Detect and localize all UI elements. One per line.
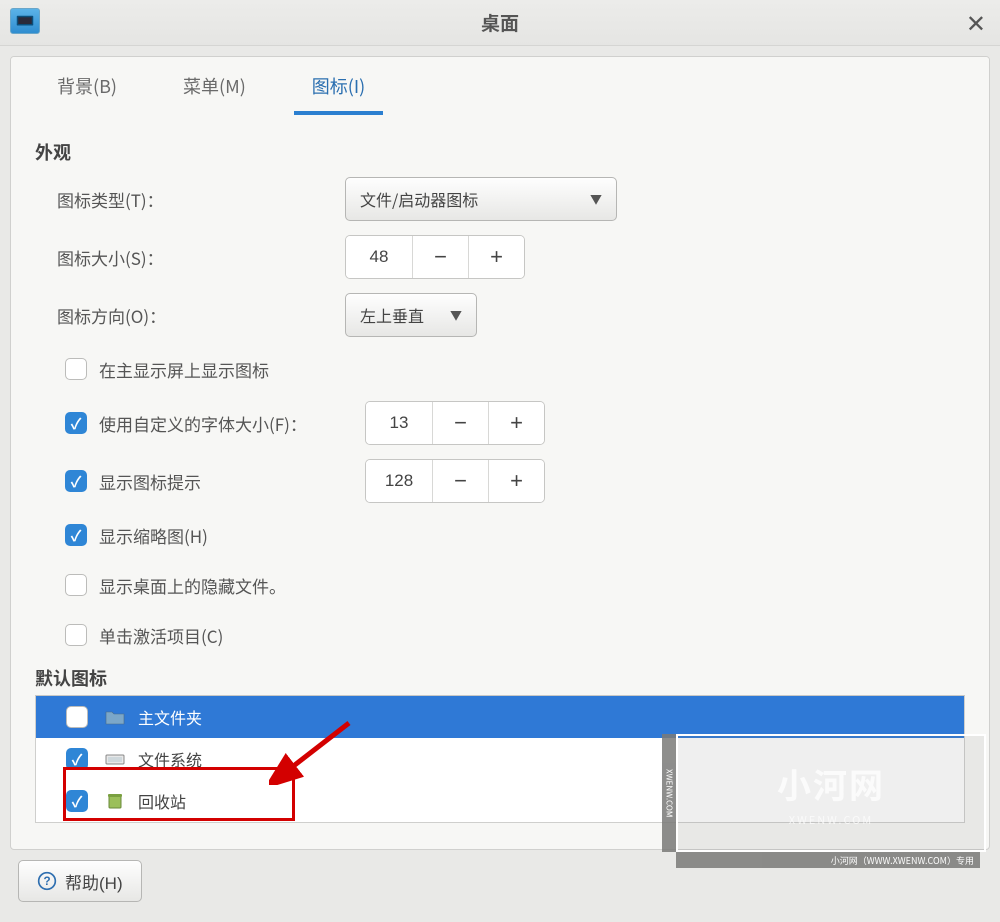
checkbox-home-folder[interactable]: [66, 706, 88, 728]
list-item-label: 回收站: [138, 789, 186, 813]
dialog-footer: ? 帮助(H): [10, 850, 990, 912]
row-show-on-primary: 在主显示屏上显示图标: [65, 349, 965, 389]
tab-label: 背景(B): [57, 73, 117, 99]
checkbox-show-tooltips[interactable]: [65, 470, 87, 492]
label-show-on-primary: 在主显示屏上显示图标: [99, 357, 269, 382]
tab-label: 图标(I): [312, 73, 365, 99]
spinner-custom-font-size: − +: [365, 401, 545, 445]
dropdown-value: 文件/启动器图标: [360, 187, 478, 211]
dropdown-icon-type[interactable]: 文件/启动器图标 ▼: [345, 177, 617, 221]
window-title: 桌面: [0, 9, 1000, 36]
tab-body-icons: 外观 图标类型(T)： 文件/启动器图标 ▼ 图标大小(S)： − +: [11, 115, 989, 849]
checkbox-show-thumbnails[interactable]: [65, 524, 87, 546]
label-icon-orientation: 图标方向(O)：: [57, 303, 345, 328]
input-tooltips[interactable]: [366, 460, 432, 502]
tab-label: 菜单(M): [183, 73, 246, 99]
label-icon-type: 图标类型(T)：: [57, 187, 345, 212]
increment-button[interactable]: +: [488, 460, 544, 502]
tab-background[interactable]: 背景(B): [39, 59, 135, 115]
increment-button[interactable]: +: [468, 236, 524, 278]
row-icon-size: 图标大小(S)： − +: [57, 233, 965, 281]
checkbox-custom-font-size[interactable]: [65, 412, 87, 434]
row-single-click: 单击激活项目(C): [65, 615, 965, 655]
spinner-icon-size: − +: [345, 235, 525, 279]
list-row-trash[interactable]: 回收站: [36, 780, 964, 822]
row-icon-orientation: 图标方向(O)： 左上垂直 ▼: [57, 291, 965, 339]
checkbox-show-on-primary[interactable]: [65, 358, 87, 380]
checkbox-show-hidden[interactable]: [65, 574, 87, 596]
label-single-click: 单击激活项目(C): [99, 623, 223, 648]
checkbox-filesystem[interactable]: [66, 748, 88, 770]
help-icon: ?: [37, 871, 57, 891]
checkbox-single-click[interactable]: [65, 624, 87, 646]
dropdown-icon-orientation[interactable]: 左上垂直 ▼: [345, 293, 477, 337]
chevron-down-icon: ▼: [450, 307, 462, 324]
spinner-tooltips: − +: [365, 459, 545, 503]
titlebar: 桌面 ✕: [0, 0, 1000, 46]
notebook: 背景(B) 菜单(M) 图标(I) 外观 图标类型(T)： 文件/启动器图标 ▼: [10, 56, 990, 850]
dropdown-value: 左上垂直: [360, 303, 424, 327]
label-custom-font-size: 使用自定义的字体大小(F)：: [99, 411, 365, 436]
list-item-label: 主文件夹: [138, 705, 202, 729]
tab-menu[interactable]: 菜单(M): [165, 59, 264, 115]
label-show-thumbnails: 显示缩略图(H): [99, 523, 208, 548]
row-show-thumbnails: 显示缩略图(H): [65, 515, 965, 555]
help-button-label: 帮助(H): [65, 869, 123, 894]
folder-home-icon: [104, 708, 126, 726]
app-monitor-icon: [10, 8, 40, 34]
list-row-home-folder[interactable]: 主文件夹: [36, 696, 964, 738]
section-appearance-title: 外观: [35, 139, 965, 165]
default-icons-list: 主文件夹 文件系统 回收站: [35, 696, 965, 823]
drive-icon: [104, 750, 126, 768]
chevron-down-icon: ▼: [590, 191, 602, 208]
list-row-filesystem[interactable]: 文件系统: [36, 738, 964, 780]
svg-text:?: ?: [43, 875, 50, 888]
row-icon-type: 图标类型(T)： 文件/启动器图标 ▼: [57, 175, 965, 223]
tab-icons[interactable]: 图标(I): [294, 59, 383, 115]
help-button[interactable]: ? 帮助(H): [18, 860, 142, 902]
row-show-tooltips: 显示图标提示 − +: [65, 457, 965, 505]
label-icon-size: 图标大小(S)：: [57, 245, 345, 270]
decrement-button[interactable]: −: [432, 460, 488, 502]
decrement-button[interactable]: −: [432, 402, 488, 444]
content-area: 背景(B) 菜单(M) 图标(I) 外观 图标类型(T)： 文件/启动器图标 ▼: [0, 46, 1000, 922]
checkbox-trash[interactable]: [66, 790, 88, 812]
row-show-hidden: 显示桌面上的隐藏文件。: [65, 565, 965, 605]
label-show-tooltips: 显示图标提示: [99, 469, 365, 494]
row-custom-font-size: 使用自定义的字体大小(F)： − +: [65, 399, 965, 447]
tab-strip: 背景(B) 菜单(M) 图标(I): [11, 57, 989, 115]
decrement-button[interactable]: −: [412, 236, 468, 278]
label-show-hidden: 显示桌面上的隐藏文件。: [99, 573, 286, 598]
section-default-icons-title: 默认图标: [35, 665, 965, 696]
list-item-label: 文件系统: [138, 747, 202, 771]
increment-button[interactable]: +: [488, 402, 544, 444]
desktop-settings-window: 桌面 ✕ 背景(B) 菜单(M) 图标(I) 外观: [0, 0, 1000, 922]
input-custom-font-size[interactable]: [366, 402, 432, 444]
input-icon-size[interactable]: [346, 236, 412, 278]
close-icon[interactable]: ✕: [966, 10, 986, 34]
trash-icon: [104, 792, 126, 810]
